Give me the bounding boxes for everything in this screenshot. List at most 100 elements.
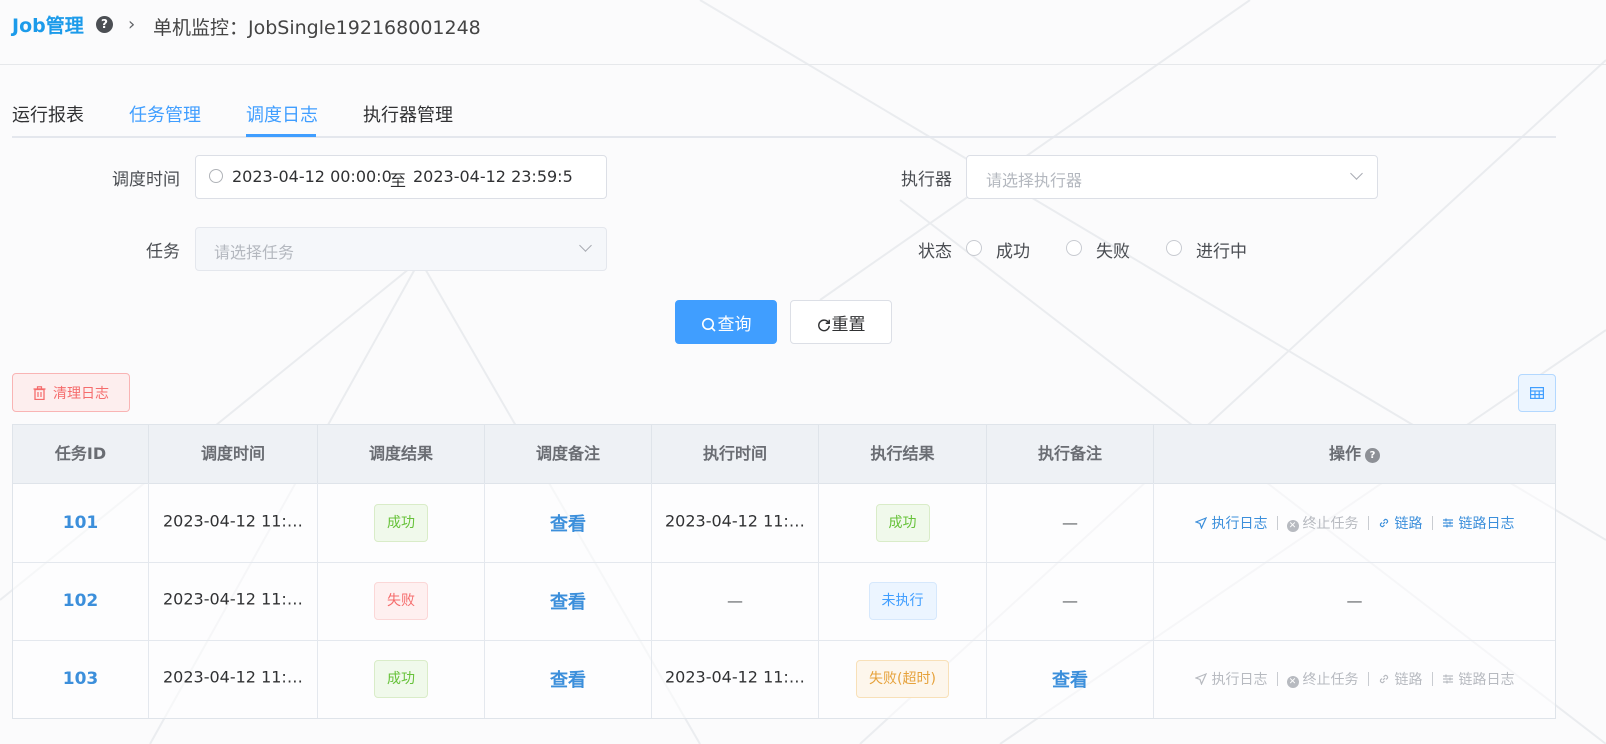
action-divider	[1276, 672, 1278, 686]
schedule-time-label: 调度时间	[112, 170, 180, 190]
task-id-link[interactable]: 103	[63, 669, 99, 689]
status-radio-2[interactable]	[1166, 240, 1182, 256]
stop-task-label: 终止任务	[1302, 515, 1359, 532]
close-circle-icon: ✕	[1286, 676, 1299, 688]
status-radio-0[interactable]	[966, 240, 982, 256]
column-header-4: 执行时间	[652, 425, 819, 483]
table-cell-8-2: 失败	[318, 562, 485, 640]
exec-note-view-link[interactable]: 查看	[1052, 670, 1088, 691]
close-circle-icon: ✕	[1286, 519, 1299, 532]
schedule-result-tag: 成功	[374, 660, 428, 698]
exec-log-action[interactable]: 执行日志	[1193, 513, 1268, 533]
action-divider	[1276, 515, 1278, 530]
sliders-icon	[1442, 518, 1453, 527]
cell-wrap: 101	[13, 513, 148, 533]
exec-time-value: 2023-04-12 11:00:00	[665, 511, 805, 530]
table-cell-8-2: 成功	[318, 483, 485, 562]
task-id-link[interactable]: 101	[63, 513, 99, 533]
trace-action[interactable]: 链路	[1378, 669, 1423, 689]
clock-icon	[209, 169, 223, 183]
reset-button[interactable]: 重置	[790, 300, 892, 344]
range-end-input[interactable]: 2023-04-12 23:59:5	[413, 167, 573, 186]
table-cell-8-0: 103	[13, 640, 149, 718]
app-title[interactable]: Job管理	[12, 11, 84, 38]
chevron-down-icon	[579, 239, 592, 252]
schedule-time-range-picker[interactable]: 2023-04-12 00:00:0 至 2023-04-12 23:59:5	[195, 155, 607, 199]
cell-wrap: 成功	[318, 503, 484, 542]
trace-log-label: 链路日志	[1458, 672, 1515, 688]
tab-1[interactable]: 任务管理	[129, 101, 201, 135]
status-radio-1[interactable]	[1066, 240, 1082, 256]
tab-3[interactable]: 执行器管理	[363, 101, 453, 135]
table-cell-8-4: 2023-04-12 11:00:00	[652, 640, 819, 718]
table-grid-icon	[1530, 387, 1544, 399]
cell-wrap: 2023-04-12 11:00:00	[149, 590, 317, 613]
schedule-note-view-link[interactable]: 查看	[550, 592, 586, 613]
table-cell-8-1: 2023-04-12 11:00:00	[149, 562, 318, 640]
row-actions: 执行日志 ✕ 终止任务 链路 链路日志	[1154, 669, 1555, 689]
clear-log-button[interactable]: 清理日志	[12, 373, 130, 412]
column-header-7: 操作?	[1154, 425, 1555, 483]
table-cell-8-6: —	[987, 483, 1154, 562]
status-radio-label-1[interactable]: 失败	[1096, 237, 1130, 262]
table-cell-8-5: 成功	[819, 483, 987, 562]
stop-task-action[interactable]: ✕ 终止任务	[1286, 513, 1359, 533]
table-cell-8-7: 执行日志 ✕ 终止任务 链路 链路日志	[1154, 483, 1555, 562]
action-divider	[1431, 672, 1433, 686]
exec-log-label: 执行日志	[1211, 515, 1268, 532]
action-divider	[1367, 515, 1369, 530]
trace-label: 链路	[1394, 515, 1423, 532]
cell-wrap: 2023-04-12 11:00:00	[149, 511, 317, 534]
chevron-right-icon: ›	[128, 14, 136, 35]
cell-wrap: —	[987, 513, 1153, 532]
range-start-input[interactable]: 2023-04-12 00:00:0	[232, 167, 392, 186]
cell-wrap: 103	[13, 669, 148, 689]
column-header-label: 执行备注	[1037, 444, 1102, 463]
exec-result-tag: 失败(超时)	[856, 660, 949, 698]
column-header-0: 任务ID	[13, 425, 149, 483]
trash-icon	[33, 385, 46, 400]
schedule-note-view-link[interactable]: 查看	[550, 514, 586, 535]
cell-wrap: —	[987, 592, 1153, 611]
trace-action[interactable]: 链路	[1378, 513, 1423, 533]
table-cell-8-0: 101	[13, 483, 149, 562]
status-radio-label-0[interactable]: 成功	[996, 237, 1030, 262]
table-cell-8-7: 执行日志 ✕ 终止任务 链路 链路日志	[1154, 640, 1555, 718]
tab-2[interactable]: 调度日志	[246, 101, 318, 135]
table-cell-8-3: 查看	[485, 483, 652, 562]
stop-task-action[interactable]: ✕ 终止任务	[1286, 669, 1359, 689]
task-id-link[interactable]: 102	[63, 591, 99, 611]
cell-wrap: 未执行	[819, 582, 986, 620]
status-label: 状态	[918, 242, 952, 262]
search-button-label: 查询	[717, 314, 752, 334]
trace-log-action[interactable]: 链路日志	[1442, 513, 1515, 533]
cell-wrap: —	[1154, 592, 1555, 611]
tabs-divider	[12, 136, 1556, 138]
column-header-label: 调度结果	[368, 444, 433, 463]
column-header-label: 任务ID	[54, 444, 107, 463]
tab-0[interactable]: 运行报表	[12, 101, 84, 135]
table-cell-8-6: 查看	[987, 640, 1154, 718]
cell-wrap: 失败	[318, 582, 484, 620]
page-header: Job管理? › 单机监控：JobSingle192168001248	[0, 0, 1606, 65]
table-cell-8-0: 102	[13, 562, 149, 640]
sliders-icon	[1442, 674, 1453, 684]
status-radio-label-2[interactable]: 进行中	[1196, 237, 1247, 262]
table-row: 102 2023-04-12 11:00:00 失败 查看 — 未执行 — —	[13, 562, 1555, 641]
executor-select[interactable]: 请选择执行器	[966, 155, 1378, 199]
link-icon	[1379, 674, 1388, 684]
schedule-note-view-link[interactable]: 查看	[550, 670, 586, 691]
column-settings-button[interactable]	[1518, 374, 1556, 412]
schedule-result-tag: 失败	[374, 582, 428, 620]
question-circle-icon[interactable]: ?	[1365, 448, 1380, 463]
exec-log-action[interactable]: 执行日志	[1193, 669, 1268, 689]
table-cell-8-1: 2023-04-12 11:00:00	[149, 640, 318, 718]
trace-log-action[interactable]: 链路日志	[1442, 669, 1515, 689]
action-divider	[1431, 515, 1433, 530]
actions-empty: —	[1346, 591, 1363, 611]
task-select[interactable]: 请选择任务	[195, 227, 607, 271]
search-button[interactable]: 查询	[675, 300, 777, 344]
column-header-2: 调度结果	[318, 425, 485, 483]
question-circle-icon[interactable]: ?	[96, 16, 113, 33]
clear-log-label: 清理日志	[53, 384, 109, 401]
